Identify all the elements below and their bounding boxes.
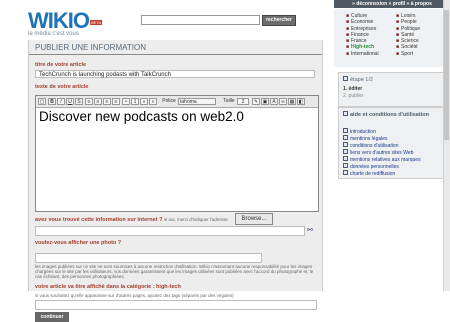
help-heading: aide et conditions d'utilisation	[343, 111, 429, 118]
step-box: étape 1/2 1. éditer 2. publier	[338, 72, 444, 107]
text-label: texte de votre article	[35, 84, 89, 90]
beta-badge: BETA	[90, 20, 103, 25]
image-file-input[interactable]	[35, 253, 262, 263]
help-link-conditions[interactable]: conditions d'utilisation	[343, 142, 421, 149]
link-icon[interactable]: ∞	[279, 98, 287, 105]
rich-text-editor[interactable]: ▢ B I U S ≡ ≡ ≡ ≡ • 1 » « Police tahoma …	[35, 95, 319, 212]
help-link-liens[interactable]: liens vers d'autres sites Web	[343, 149, 421, 156]
align-right-icon[interactable]: ≡	[103, 98, 111, 105]
step-heading: étape 1/2	[343, 76, 373, 83]
tags-input[interactable]	[35, 300, 317, 310]
category-column-2: ■ Loisirs ■ People ■ Politique ■ Santé ■ Scie…	[396, 13, 420, 57]
browse-button[interactable]: Browse...	[235, 213, 273, 225]
font-label: Police	[162, 98, 176, 104]
font-select[interactable]: tahoma	[178, 98, 216, 105]
justify-icon[interactable]: ≡	[112, 98, 120, 105]
code-icon[interactable]: ◧	[297, 98, 305, 105]
help-link-charte[interactable]: charte de rediffusion	[343, 170, 421, 177]
image-question: voulez-vous afficher une photo ?	[35, 240, 122, 246]
image-icon[interactable]: ▣	[261, 98, 269, 105]
top-links-bar[interactable]: » déconnexion » profil » à propos	[334, 0, 450, 8]
indent-icon[interactable]: »	[140, 98, 148, 105]
search-button[interactable]: rechercher	[262, 15, 296, 26]
category-hint: si vous souhaitez qu'elle apparaisse sur…	[35, 293, 234, 298]
help-links: introduction mentions légales conditions…	[343, 128, 421, 177]
category-column-1: ■ Culture ■ Economie ■ Entreprises ■ Finance…	[346, 13, 379, 57]
category-question: votre article va être affiché dans la ca…	[35, 284, 181, 290]
source-hint: si oui, merci d'indiquer l'adresse	[163, 217, 228, 222]
help-link-mentions[interactable]: mentions légales	[343, 135, 421, 142]
editor-toolbar: ▢ B I U S ≡ ≡ ≡ ≡ • 1 » « Police tahoma …	[36, 96, 318, 108]
color-icon[interactable]: A	[270, 98, 278, 105]
strike-button[interactable]: S	[75, 98, 83, 105]
search-input[interactable]	[141, 15, 260, 25]
help-box: aide et conditions d'utilisation introdu…	[338, 107, 444, 179]
category-international[interactable]: ■ International	[346, 51, 379, 57]
table-icon[interactable]: ▦	[288, 98, 296, 105]
source-question: avez vous trouvé cette information sur i…	[35, 217, 228, 223]
step-list: 1. éditer 2. publier	[343, 86, 364, 100]
align-center-icon[interactable]: ≡	[94, 98, 102, 105]
logo-text: WIKIO	[28, 8, 90, 33]
link-icon[interactable]: ⚯	[307, 226, 315, 234]
align-left-icon[interactable]: ≡	[85, 98, 93, 105]
title-label: titre de votre article	[35, 62, 87, 68]
category-sport[interactable]: ■ Sport	[396, 51, 420, 57]
scrollbar-thumb[interactable]	[444, 10, 449, 140]
editor-content[interactable]: Discover new podcasts on web2.0	[39, 109, 244, 124]
image-disclaimer: les images publiées sur ce site ne sont …	[35, 264, 314, 279]
help-link-introduction[interactable]: introduction	[343, 128, 421, 135]
numbered-list-icon[interactable]: 1	[131, 98, 139, 105]
help-link-marques[interactable]: mentions relatives aux marques	[343, 156, 421, 163]
size-select[interactable]: 2	[237, 98, 249, 105]
page-title: PUBLIER UNE INFORMATION	[35, 43, 146, 52]
underline-button[interactable]: U	[66, 98, 74, 105]
italic-button[interactable]: I	[57, 98, 65, 105]
help-link-donnees[interactable]: données personnelles	[343, 163, 421, 170]
title-input[interactable]: TechCrunch is launching podasts with Tal…	[35, 70, 315, 78]
size-label: Taille	[223, 98, 235, 104]
source-url-input[interactable]	[35, 226, 305, 236]
step-2: 2. publier	[343, 93, 364, 99]
step-1: 1. éditer	[343, 86, 363, 92]
publish-form: PUBLIER UNE INFORMATION titre de votre a…	[28, 40, 323, 322]
title-divider	[29, 54, 322, 55]
bold-button[interactable]: B	[48, 98, 56, 105]
continue-button[interactable]: continuer	[35, 312, 69, 322]
list-icon[interactable]: •	[122, 98, 130, 105]
tagline: le média c'est vous	[28, 31, 79, 37]
paint-icon[interactable]: ✎	[252, 98, 260, 105]
editor-button-1[interactable]: ▢	[38, 98, 46, 105]
category-nav: ■ Culture ■ Economie ■ Entreprises ■ Finance…	[334, 9, 450, 67]
outdent-icon[interactable]: «	[149, 98, 157, 105]
